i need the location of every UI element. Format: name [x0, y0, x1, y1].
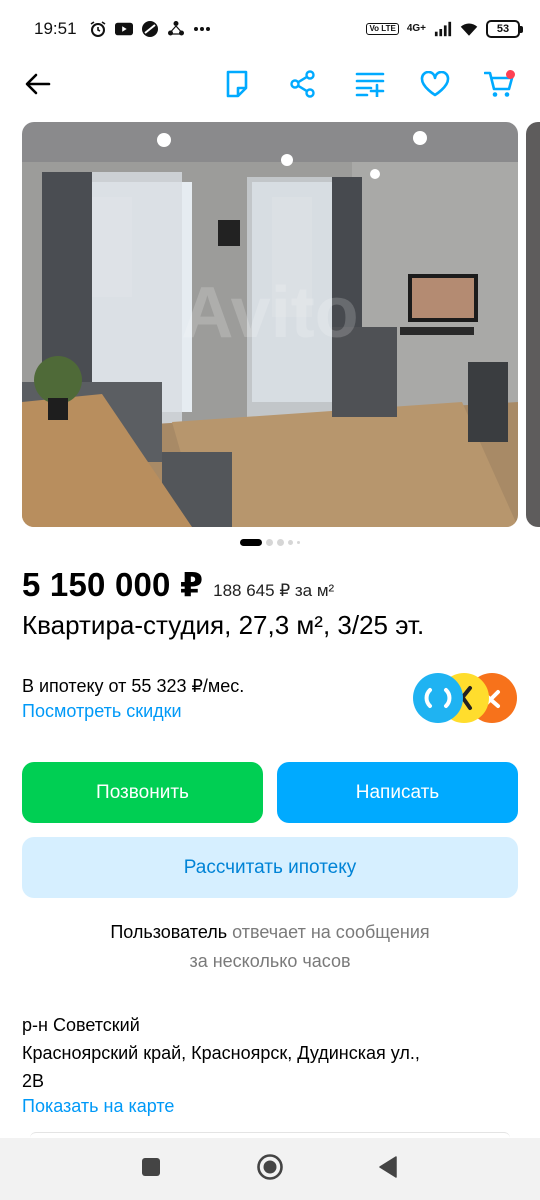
seller-reply-info: Пользователь отвечает на сообщения за не… — [0, 918, 540, 976]
favorite-button[interactable] — [415, 66, 455, 106]
volte-indicator: Vo LTE — [366, 23, 399, 35]
mortgage-estimate: В ипотеку от 55 323 ₽/мес. — [22, 676, 245, 696]
home-circle-icon — [256, 1153, 284, 1186]
browser-icon — [141, 20, 159, 38]
price-row: 5 150 000 ₽ 188 645 ₽ за м² — [22, 565, 334, 604]
address-line-2: 2В — [22, 1071, 45, 1091]
seller-label: Пользователь — [110, 922, 228, 942]
youtube-icon — [114, 20, 133, 38]
share-icon — [289, 69, 317, 103]
back-nav-button[interactable] — [370, 1151, 406, 1187]
write-button[interactable]: Написать — [277, 762, 518, 823]
svg-text:Avito: Avito — [181, 273, 358, 353]
address-block: р-н Советский Красноярский край, Красноя… — [22, 1011, 522, 1095]
recents-button[interactable] — [133, 1151, 169, 1187]
apartment-photo: Avito — [22, 122, 518, 527]
status-bar: 19:51 Vo LTE 4G+ 53 — [0, 0, 540, 58]
cart-notification-dot — [506, 70, 515, 79]
next-photo-preview[interactable] — [526, 122, 540, 527]
compare-button[interactable] — [350, 66, 390, 106]
price-per-m2: 188 645 ₽ за м² — [213, 581, 335, 600]
home-button[interactable] — [252, 1151, 288, 1187]
district: р-н Советский — [22, 1015, 140, 1035]
reply-line-2: за несколько часов — [189, 951, 351, 971]
gallery-pager — [0, 539, 540, 546]
pager-dot — [297, 541, 300, 544]
show-on-map-link[interactable]: Показать на карте — [22, 1096, 174, 1117]
bank-logo-blue-icon — [413, 673, 463, 723]
alarm-icon — [89, 20, 107, 38]
square-icon — [141, 1157, 161, 1182]
reply-line-1: отвечает на сообщения — [232, 922, 430, 942]
note-icon — [225, 70, 249, 103]
pager-dot — [277, 539, 284, 546]
calc-mortgage-button[interactable]: Рассчитать ипотеку — [22, 837, 518, 898]
compare-icon — [355, 71, 385, 102]
battery-indicator: 53 — [486, 20, 523, 38]
signal-icon — [434, 20, 452, 38]
address-line-1: Красноярский край, Красноярск, Дудинская… — [22, 1043, 420, 1063]
share-button[interactable] — [283, 66, 323, 106]
more-dots-icon — [193, 20, 211, 38]
note-button[interactable] — [217, 66, 257, 106]
listing-title: Квартира-студия, 27,3 м², 3/25 эт. — [22, 610, 425, 640]
back-button[interactable] — [18, 66, 58, 106]
back-arrow-icon — [25, 73, 51, 100]
pager-dot-active — [240, 539, 262, 546]
pager-dot — [266, 539, 273, 546]
discounts-link[interactable]: Посмотреть скидки — [22, 701, 182, 722]
sync-icon — [167, 20, 185, 38]
wifi-icon — [460, 20, 478, 38]
triangle-back-icon — [378, 1155, 398, 1183]
price: 5 150 000 ₽ — [22, 566, 204, 603]
network-type: 4G+ — [406, 23, 426, 34]
cart-button[interactable] — [479, 66, 519, 106]
heart-icon — [420, 70, 450, 102]
photo-gallery[interactable]: Avito — [22, 122, 518, 527]
top-toolbar — [0, 58, 540, 114]
bank-logos[interactable] — [412, 670, 522, 726]
status-time: 19:51 — [34, 19, 77, 38]
system-nav-bar — [0, 1138, 540, 1200]
call-button[interactable]: Позвонить — [22, 762, 263, 823]
pager-dot — [288, 540, 293, 545]
